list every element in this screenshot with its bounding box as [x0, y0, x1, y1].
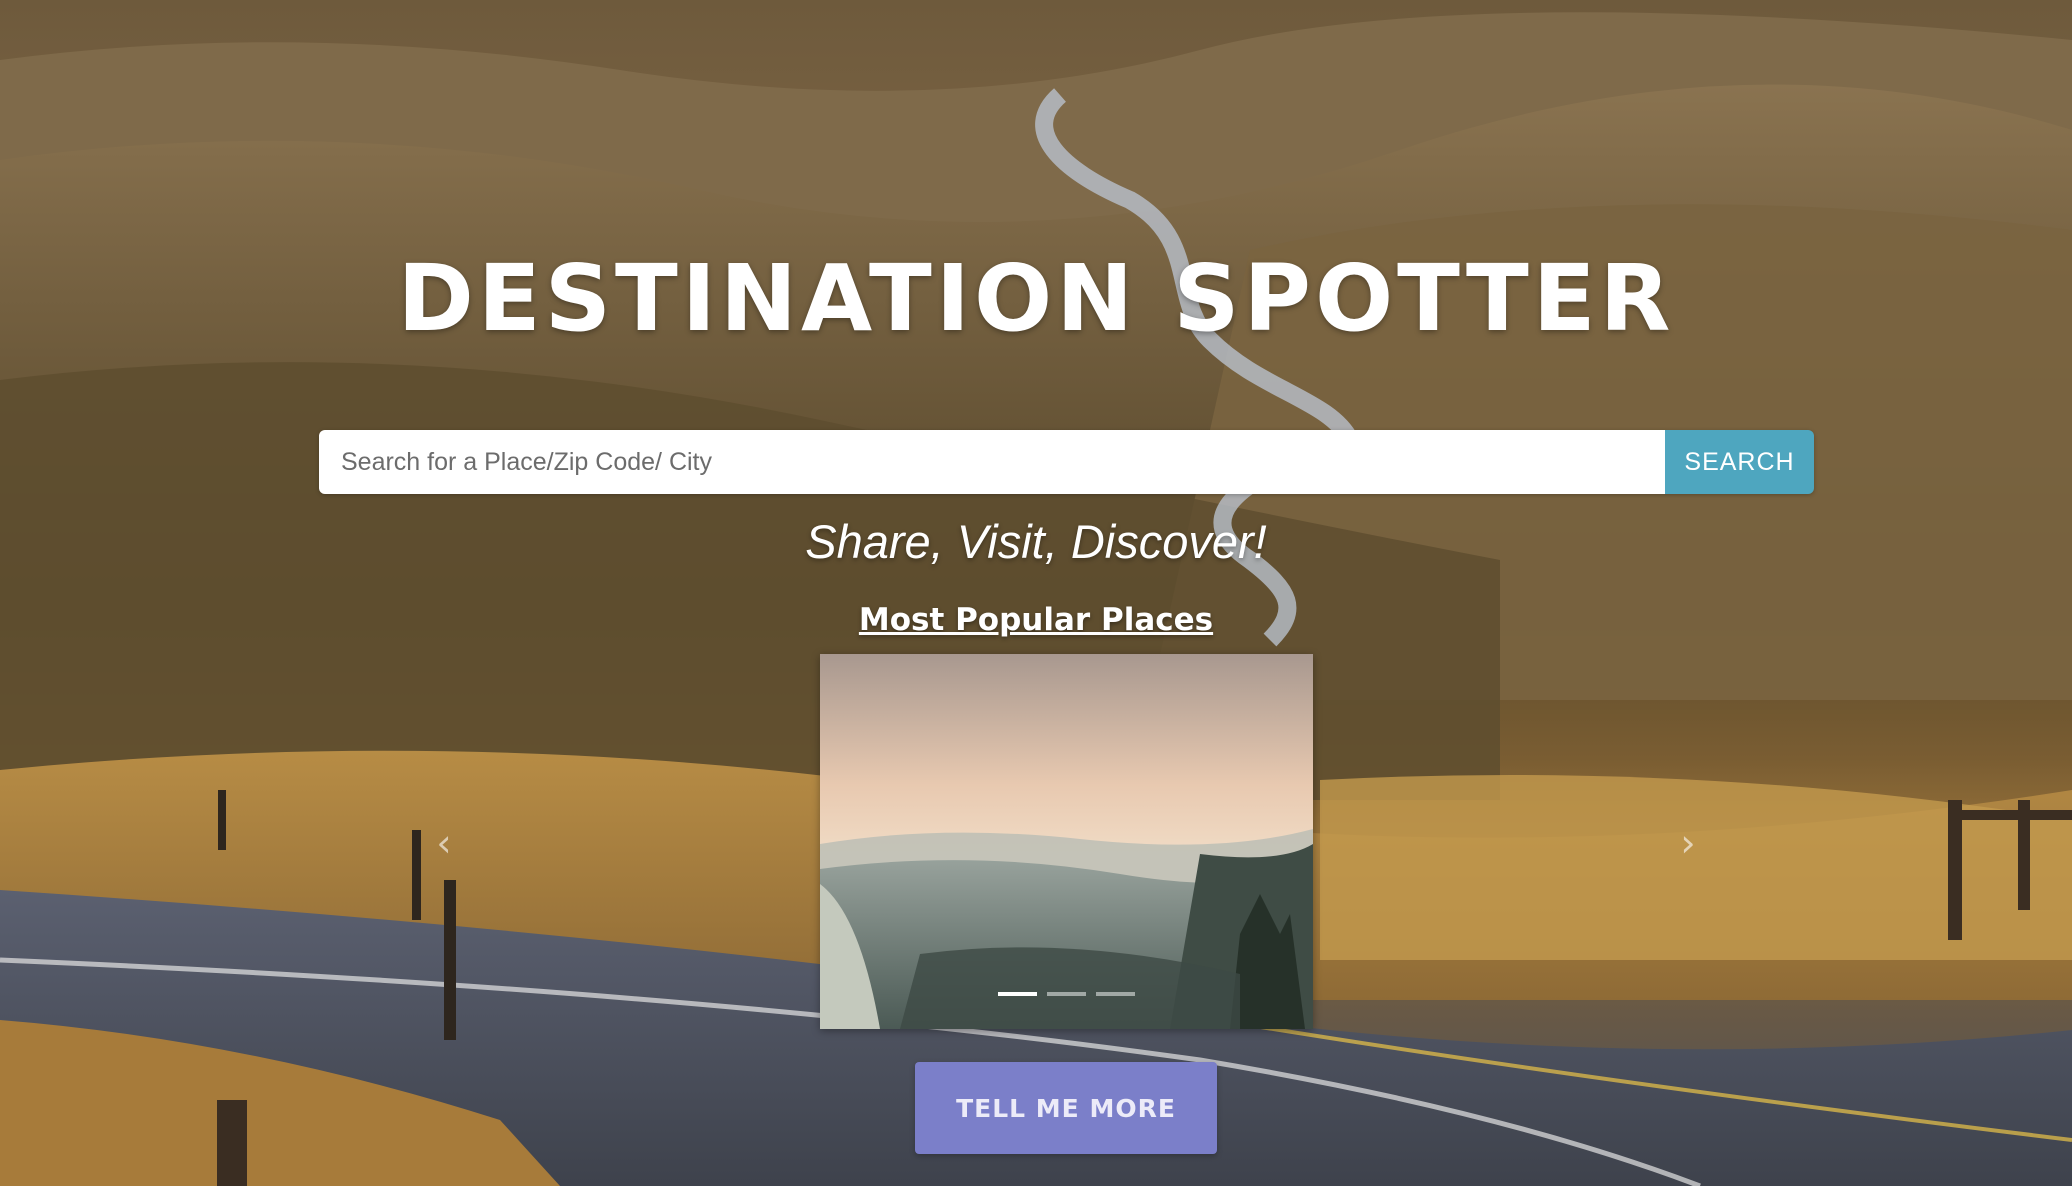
carousel-next-button[interactable]: ›	[1670, 818, 1706, 868]
tagline: Share, Visit, Discover!	[805, 515, 1267, 568]
popular-places-carousel[interactable]	[820, 654, 1313, 1029]
search-input[interactable]	[319, 430, 1665, 494]
carousel-slide-image	[820, 654, 1313, 1029]
chevron-right-icon: ›	[1680, 821, 1696, 865]
search-button[interactable]: SEARCH	[1665, 430, 1814, 494]
chevron-left-icon: ‹	[436, 821, 452, 865]
page-title: DESTINATION SPOTTER	[397, 245, 1675, 352]
carousel-indicator-1[interactable]	[998, 992, 1037, 996]
search-bar: SEARCH	[319, 430, 1814, 494]
carousel-indicator-3[interactable]	[1096, 992, 1135, 996]
carousel-indicator-2[interactable]	[1047, 992, 1086, 996]
most-popular-places-heading: Most Popular Places	[858, 602, 1214, 638]
carousel-prev-button[interactable]: ‹	[426, 818, 462, 868]
tell-me-more-button[interactable]: TELL ME MORE	[915, 1062, 1217, 1154]
carousel-indicators	[820, 992, 1313, 996]
